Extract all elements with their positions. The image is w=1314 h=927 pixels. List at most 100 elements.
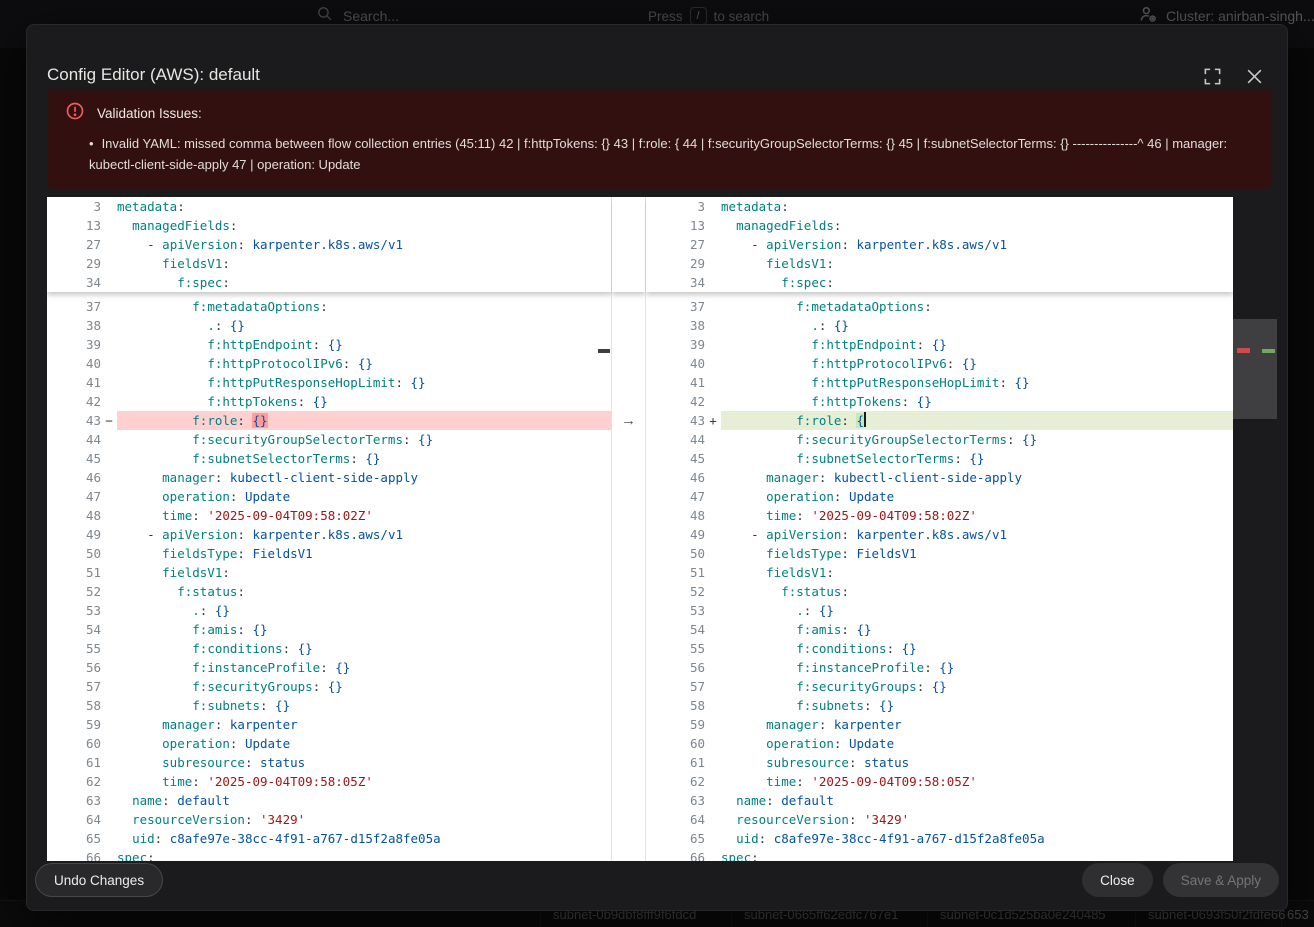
code-line[interactable]: 47 operation: Update <box>47 487 611 506</box>
save-apply-button[interactable]: Save & Apply <box>1163 863 1279 897</box>
code-line[interactable]: 47 operation: Update <box>646 487 1233 506</box>
code-line[interactable]: 13 managedFields: <box>47 216 611 235</box>
diff-pane-original[interactable]: 3metadata:13 managedFields:27 - apiVersi… <box>47 197 611 861</box>
code-line[interactable]: 3metadata: <box>646 197 1233 216</box>
close-dialog-button[interactable]: Close <box>1082 863 1153 897</box>
code-line[interactable]: 63 name: default <box>47 791 611 810</box>
code-line[interactable]: 63 name: default <box>646 791 1233 810</box>
diff-sign <box>101 354 117 373</box>
code-line[interactable]: 38 .: {} <box>47 316 611 335</box>
undo-changes-button[interactable]: Undo Changes <box>35 863 163 897</box>
code-line[interactable]: 56 f:instanceProfile: {} <box>646 658 1233 677</box>
diff-sign <box>705 487 721 506</box>
code-line[interactable]: 51 fieldsV1: <box>47 563 611 582</box>
code-line[interactable]: 62 time: '2025-09-04T09:58:05Z' <box>646 772 1233 791</box>
code-line[interactable]: 66spec: <box>646 848 1233 861</box>
code-line[interactable]: 53 .: {} <box>646 601 1233 620</box>
code-line[interactable]: 52 f:status: <box>646 582 1233 601</box>
code-line[interactable]: 64 resourceVersion: '3429' <box>47 810 611 829</box>
code-line[interactable]: 54 f:amis: {} <box>47 620 611 639</box>
code-line[interactable]: 29 fieldsV1: <box>47 254 611 273</box>
line-number: 62 <box>646 772 705 791</box>
code-line[interactable]: 34 f:spec: <box>47 273 611 292</box>
line-number: 29 <box>646 254 705 273</box>
code-line[interactable]: 41 f:httpPutResponseHopLimit: {} <box>646 373 1233 392</box>
diff-gutter: → <box>611 197 646 861</box>
code-line[interactable]: 65 uid: c8afe97e-38cc-4f91-a767-d15f2a8f… <box>646 829 1233 848</box>
code-line[interactable]: 40 f:httpProtocolIPv6: {} <box>646 354 1233 373</box>
code-line[interactable]: 56 f:instanceProfile: {} <box>47 658 611 677</box>
code-line[interactable]: 44 f:securityGroupSelectorTerms: {} <box>646 430 1233 449</box>
code-line[interactable]: 39 f:httpEndpoint: {} <box>646 335 1233 354</box>
code-line[interactable]: 13 managedFields: <box>646 216 1233 235</box>
code-line[interactable]: 60 operation: Update <box>47 734 611 753</box>
code-line[interactable]: 45 f:subnetSelectorTerms: {} <box>47 449 611 468</box>
code-line[interactable]: 37 f:metadataOptions: <box>47 297 611 316</box>
diff-pane-modified[interactable]: 3metadata:13 managedFields:27 - apiVersi… <box>646 197 1233 861</box>
code-line[interactable]: 58 f:subnets: {} <box>47 696 611 715</box>
line-number: 3 <box>646 197 705 216</box>
diff-sign <box>101 297 117 316</box>
line-number: 13 <box>47 216 101 235</box>
code-line[interactable]: 61 subresource: status <box>646 753 1233 772</box>
fullscreen-button[interactable] <box>1201 67 1223 89</box>
code-line[interactable]: 57 f:securityGroups: {} <box>47 677 611 696</box>
code-line[interactable]: 40 f:httpProtocolIPv6: {} <box>47 354 611 373</box>
code-line[interactable]: 42 f:httpTokens: {} <box>47 392 611 411</box>
scrollbar-thumb[interactable] <box>1233 319 1277 419</box>
code-line[interactable]: 48 time: '2025-09-04T09:58:02Z' <box>47 506 611 525</box>
code-line[interactable]: 54 f:amis: {} <box>646 620 1233 639</box>
diff-gutter-sticky <box>612 197 645 292</box>
code-line[interactable]: 49 - apiVersion: karpenter.k8s.aws/v1 <box>47 525 611 544</box>
diff-sign <box>705 392 721 411</box>
line-number: 58 <box>47 696 101 715</box>
app-page: Search... Press / to search Cluster: ani… <box>0 0 1314 927</box>
code-line[interactable]: 58 f:subnets: {} <box>646 696 1233 715</box>
revert-change-arrow[interactable]: → <box>612 411 645 430</box>
diff-sign <box>101 601 117 620</box>
code-line[interactable]: 43− f:role: {} <box>47 411 611 430</box>
line-number: 48 <box>646 506 705 525</box>
code-line[interactable]: 44 f:securityGroupSelectorTerms: {} <box>47 430 611 449</box>
code-line[interactable]: 61 subresource: status <box>47 753 611 772</box>
code-line[interactable]: 43+ f:role: { <box>646 411 1233 430</box>
close-button[interactable] <box>1243 67 1265 89</box>
code-line[interactable]: 59 manager: karpenter <box>646 715 1233 734</box>
code-line[interactable]: 46 manager: kubectl-client-side-apply <box>47 468 611 487</box>
line-number: 58 <box>646 696 705 715</box>
code-content[interactable]: 37 f:metadataOptions:38 .: {}39 f:httpEn… <box>47 297 611 861</box>
diff-sign <box>101 848 117 861</box>
code-line[interactable]: 27 - apiVersion: karpenter.k8s.aws/v1 <box>646 235 1233 254</box>
code-line[interactable]: 60 operation: Update <box>646 734 1233 753</box>
code-line[interactable]: 3metadata: <box>47 197 611 216</box>
code-line[interactable]: 65 uid: c8afe97e-38cc-4f91-a767-d15f2a8f… <box>47 829 611 848</box>
code-line[interactable]: 27 - apiVersion: karpenter.k8s.aws/v1 <box>47 235 611 254</box>
code-line[interactable]: 34 f:spec: <box>646 273 1233 292</box>
code-line[interactable]: 38 .: {} <box>646 316 1233 335</box>
code-line[interactable]: 53 .: {} <box>47 601 611 620</box>
code-line[interactable]: 50 fieldsType: FieldsV1 <box>646 544 1233 563</box>
code-line[interactable]: 57 f:securityGroups: {} <box>646 677 1233 696</box>
code-line[interactable]: 39 f:httpEndpoint: {} <box>47 335 611 354</box>
code-line[interactable]: 45 f:subnetSelectorTerms: {} <box>646 449 1233 468</box>
code-line[interactable]: 55 f:conditions: {} <box>47 639 611 658</box>
line-number: 37 <box>47 297 101 316</box>
code-line[interactable]: 50 fieldsType: FieldsV1 <box>47 544 611 563</box>
code-content[interactable]: 37 f:metadataOptions:38 .: {}39 f:httpEn… <box>646 297 1233 861</box>
code-line[interactable]: 49 - apiVersion: karpenter.k8s.aws/v1 <box>646 525 1233 544</box>
code-line[interactable]: 37 f:metadataOptions: <box>646 297 1233 316</box>
code-line[interactable]: 42 f:httpTokens: {} <box>646 392 1233 411</box>
code-line[interactable]: 29 fieldsV1: <box>646 254 1233 273</box>
line-number: 63 <box>646 791 705 810</box>
code-line[interactable]: 55 f:conditions: {} <box>646 639 1233 658</box>
code-line[interactable]: 48 time: '2025-09-04T09:58:02Z' <box>646 506 1233 525</box>
code-line[interactable]: 41 f:httpPutResponseHopLimit: {} <box>47 373 611 392</box>
code-line[interactable]: 52 f:status: <box>47 582 611 601</box>
code-line[interactable]: 62 time: '2025-09-04T09:58:05Z' <box>47 772 611 791</box>
code-line[interactable]: 59 manager: karpenter <box>47 715 611 734</box>
code-line[interactable]: 64 resourceVersion: '3429' <box>646 810 1233 829</box>
diff-sign <box>705 772 721 791</box>
code-line[interactable]: 51 fieldsV1: <box>646 563 1233 582</box>
code-line[interactable]: 66spec: <box>47 848 611 861</box>
code-line[interactable]: 46 manager: kubectl-client-side-apply <box>646 468 1233 487</box>
